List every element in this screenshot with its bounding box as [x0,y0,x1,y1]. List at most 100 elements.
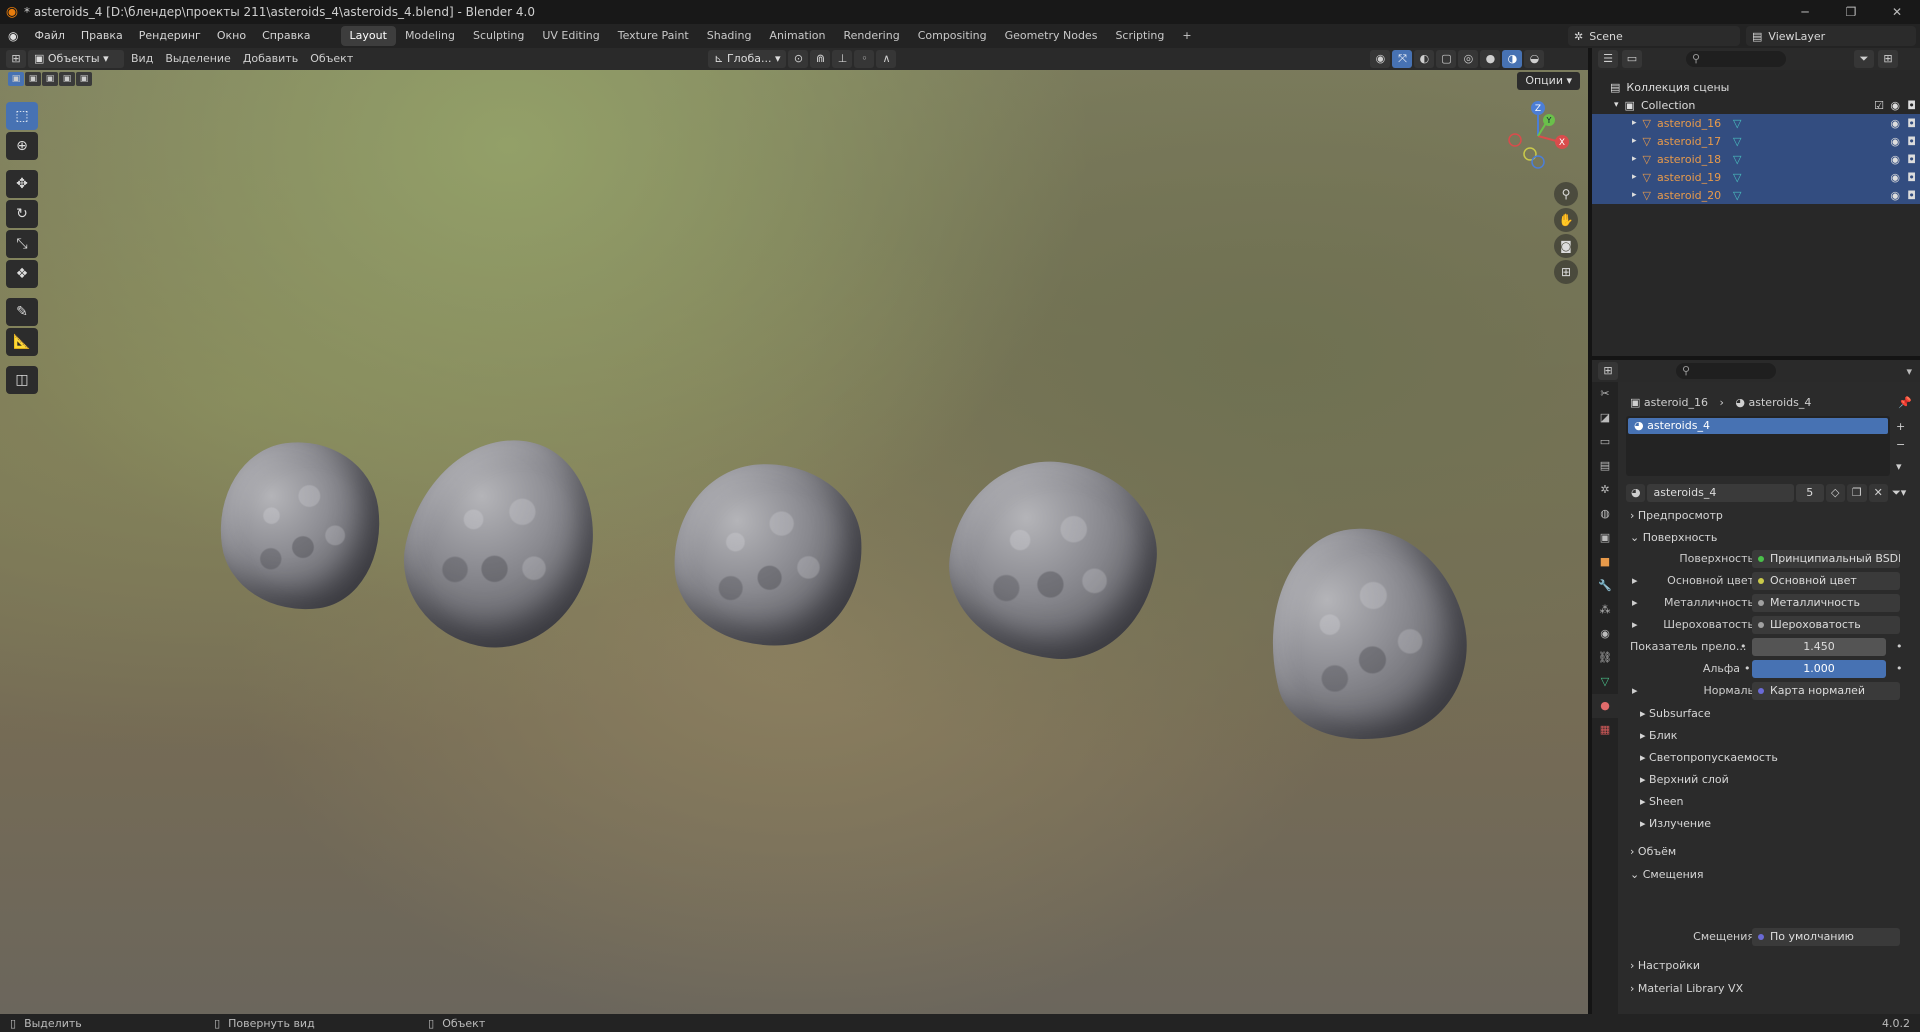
snap-icon[interactable]: ⋒ [810,50,831,68]
ior-field[interactable]: 1.450 [1752,638,1886,656]
chevron-right-icon[interactable]: ▸ [1632,618,1638,631]
3d-viewport[interactable]: ▣ ▣ ▣ ▣ ▣ Опции ▾ ⬚ ⊕ ✥ ↻ ⤡ ❖ ✎ 📐 ◫ Z Y … [0,70,1588,1014]
shading-material-icon[interactable]: ◑ [1502,50,1523,68]
material-tab-icon[interactable]: ● [1592,694,1618,718]
data-tab-icon[interactable]: ▽ [1592,670,1618,694]
options-button[interactable]: Опции ▾ [1517,72,1580,90]
tab-modeling[interactable]: Modeling [396,26,464,46]
eye-icon[interactable]: ◉ [1890,117,1900,130]
subsection-specular[interactable]: ▸ Блик [1630,726,1912,746]
properties-search-input[interactable]: ⚲ [1676,363,1776,379]
material-name-field[interactable]: asteroids_4 [1647,484,1794,502]
eye-icon[interactable]: ◉ [1890,171,1900,184]
pin-icon[interactable]: 📌 [1898,396,1912,409]
outliner-object-row[interactable]: ▸ ▽ asteroid_16 ▽ ◉ ◘ [1592,114,1920,132]
expand-icon[interactable]: ▸ [1632,136,1637,146]
shading-wireframe-icon[interactable]: ◎ [1458,50,1479,68]
camera-icon[interactable]: ◘ [1907,189,1916,202]
mode-dropdown[interactable]: ▣ Объекты ▾ [28,50,124,68]
shading-rendered-icon[interactable]: ◒ [1524,50,1545,68]
chevron-right-icon[interactable]: ▸ [1632,684,1638,697]
scale-tool-icon[interactable]: ⤡ [6,230,38,258]
view-layer-tab-icon[interactable]: ▤ [1592,454,1618,478]
editor-type-icon[interactable]: ⊞ [6,50,26,68]
chevron-right-icon[interactable]: ▸ [1632,596,1638,609]
tab-animation[interactable]: Animation [760,26,834,46]
add-workspace-button[interactable]: + [1173,26,1200,46]
asteroid-mesh[interactable] [1245,507,1487,761]
eye-icon[interactable]: ◉ [1890,189,1900,202]
slot-menu-icon[interactable]: ▾ [1896,460,1902,473]
output-tab-icon[interactable]: ▭ [1592,430,1618,454]
asteroid-mesh[interactable] [667,457,869,653]
browse-material-icon[interactable]: ◕ [1626,484,1646,502]
subsection-emission[interactable]: ▸ Излучение [1630,814,1912,834]
alpha-field[interactable]: 1.000 [1752,660,1886,678]
pan-hand-icon[interactable]: ✋ [1554,208,1578,232]
camera-icon[interactable]: ◘ [1907,171,1916,184]
keyframe-icon[interactable]: • [1896,640,1903,653]
tab-sculpting[interactable]: Sculpting [464,26,533,46]
keyframe-icon[interactable]: • [1896,662,1903,675]
particles-tab-icon[interactable]: ⁂ [1592,598,1618,622]
user-count[interactable]: 5 [1795,484,1824,502]
menu-object[interactable]: Объект [305,50,358,68]
tab-geometry-nodes[interactable]: Geometry Nodes [996,26,1107,46]
expand-icon[interactable]: ▸ [1632,118,1637,128]
eye-icon[interactable]: ◉ [1890,99,1900,112]
section-displacement[interactable]: ⌄ Смещения [1630,865,1912,885]
roughness-field[interactable]: Шероховатость [1752,616,1900,634]
expand-icon[interactable]: ▸ [1632,154,1637,164]
normal-field[interactable]: Карта нормалей [1752,682,1900,700]
select-intersect-icon[interactable]: ▣ [76,72,92,86]
ortho-grid-icon[interactable]: ⊞ [1554,260,1578,284]
viewlayer-selector[interactable]: ▤ ViewLayer [1746,26,1916,46]
section-surface[interactable]: ⌄ Поверхность [1630,528,1912,548]
menu-edit[interactable]: Правка [73,24,131,48]
world-tab-icon[interactable]: ◍ [1592,502,1618,526]
proportional-edit-icon[interactable]: ◦ [854,50,875,68]
physics-tab-icon[interactable]: ◉ [1592,622,1618,646]
collection-tab-icon[interactable]: ▣ [1592,526,1618,550]
tab-layout[interactable]: Layout [340,26,396,46]
base-color-field[interactable]: Основной цвет [1752,572,1900,590]
displacement-field[interactable]: По умолчанию [1752,928,1900,946]
expand-icon[interactable]: ▾ [1614,100,1619,110]
move-tool-icon[interactable]: ✥ [6,170,38,198]
navigation-gizmo[interactable]: Z Y X [1502,98,1574,170]
xray-icon[interactable]: ▢ [1436,50,1457,68]
annotate-tool-icon[interactable]: ✎ [6,298,38,326]
menu-select[interactable]: Выделение [160,50,236,68]
select-subtract-icon[interactable]: ▣ [42,72,58,86]
transform-tool-icon[interactable]: ❖ [6,260,38,288]
rotate-tool-icon[interactable]: ↻ [6,200,38,228]
outliner-search-input[interactable]: ⚲ [1686,51,1786,67]
material-filter-icon[interactable]: ⏷▾ [1892,486,1906,500]
falloff-icon[interactable]: ∧ [876,50,897,68]
subsection-subsurface[interactable]: ▸ Subsurface [1630,704,1912,724]
filter-icon[interactable]: ⏷ [1854,50,1874,68]
camera-icon[interactable]: ◘ [1907,135,1916,148]
subsection-coat[interactable]: ▸ Верхний слой [1630,770,1912,790]
chevron-right-icon[interactable]: ▸ [1632,574,1638,587]
minimize-icon[interactable]: ─ [1782,0,1828,24]
zoom-icon[interactable]: ⚲ [1554,182,1578,206]
gizmo-toggle-icon[interactable]: ⤧ [1392,50,1413,68]
socket-icon[interactable]: • [1740,640,1747,653]
asteroid-mesh[interactable] [209,431,391,621]
eye-icon[interactable]: ◉ [1890,135,1900,148]
properties-editor-icon[interactable]: ⊞ [1598,362,1618,380]
menu-help[interactable]: Справка [254,24,318,48]
unlink-icon[interactable]: ✕ [1868,484,1888,502]
add-slot-icon[interactable]: + [1896,420,1905,433]
exclude-checkbox[interactable]: ☑ [1874,99,1884,112]
asteroid-mesh[interactable] [388,421,612,665]
surface-shader-field[interactable]: Принципиальный BSDF [1752,550,1900,568]
tab-scripting[interactable]: Scripting [1106,26,1173,46]
object-tab-icon[interactable]: ■ [1592,550,1618,574]
section-volume[interactable]: › Объём [1630,842,1912,862]
outliner-scene-collection[interactable]: ▤ Коллекция сцены [1592,78,1920,96]
tab-shading[interactable]: Shading [698,26,761,46]
snap-target-icon[interactable]: ⊥ [832,50,853,68]
scene-selector[interactable]: ✲ Scene [1568,26,1740,46]
